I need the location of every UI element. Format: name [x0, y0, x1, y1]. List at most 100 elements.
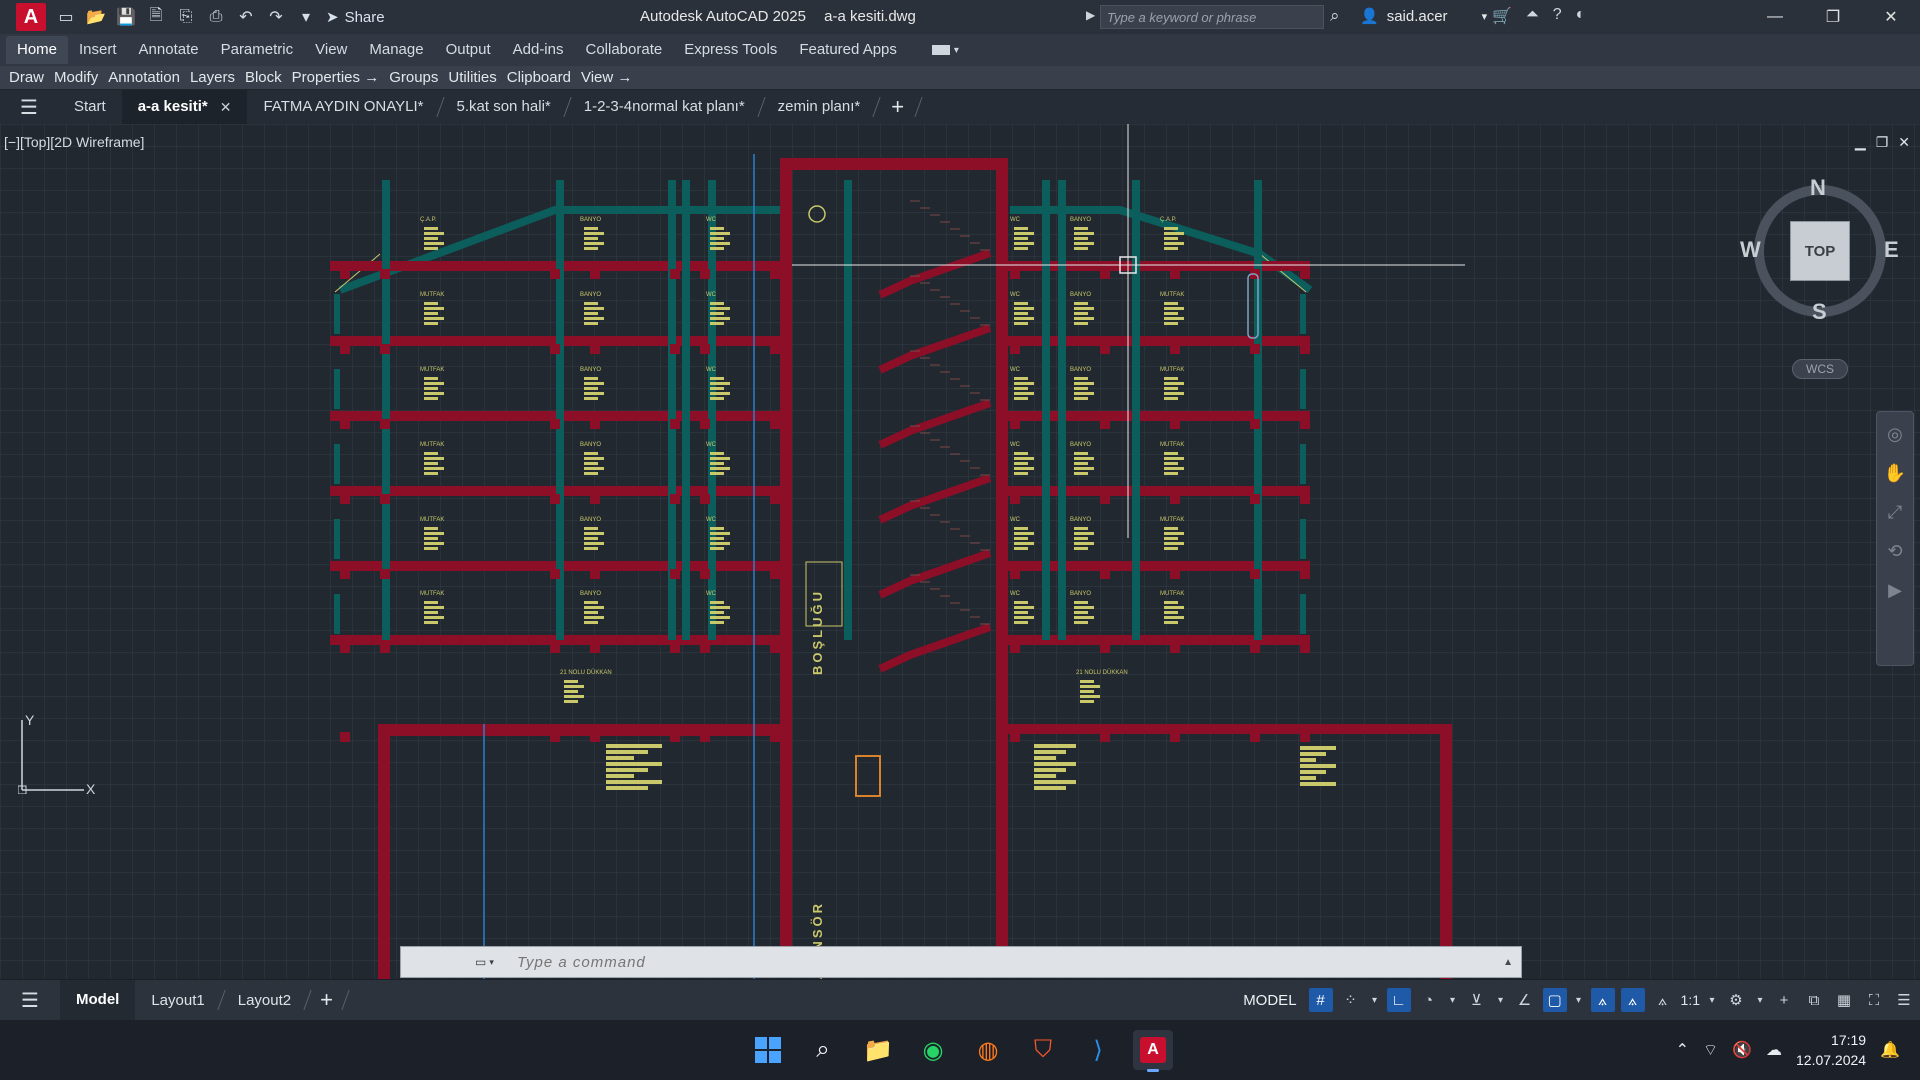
brave-icon[interactable]: ⛉ [1023, 1030, 1063, 1070]
command-history-icon[interactable]: ▭ ▾ [475, 952, 511, 972]
isolate-objects-icon[interactable]: ⧉ [1802, 988, 1826, 1012]
tab-model[interactable]: Model [60, 980, 136, 1020]
viewport-minimize-icon[interactable]: ▁ [1855, 134, 1866, 151]
help-icon[interactable]: ? [1553, 6, 1562, 26]
wifi-icon[interactable]: ⌔ [1703, 1040, 1718, 1060]
keyword-search-input[interactable]: Type a keyword or phrase [1100, 5, 1324, 29]
file-tab[interactable]: FATMA AYDIN ONAYLI* [247, 90, 439, 124]
panel-block[interactable]: Block [240, 69, 287, 86]
orbit-icon[interactable]: ⟲ [1887, 541, 1902, 562]
drawing-viewport[interactable]: Ç.A.P. BANYO WC WC BANYO Ç.A.P. MUTFAK BANYO WC W… [0, 124, 1920, 979]
search-expand-icon[interactable]: ▶ [1086, 8, 1095, 22]
panel-properties[interactable]: Properties → [287, 69, 385, 86]
feedback-icon[interactable]: ◐ [1576, 6, 1586, 26]
undo-icon[interactable]: ↶ [234, 6, 258, 28]
chevron-down-icon[interactable]: ▾ [1495, 988, 1507, 1012]
ribbon-tab-express-tools[interactable]: Express Tools [673, 36, 788, 64]
chevron-down-icon[interactable]: ▾ [1754, 988, 1766, 1012]
panel-view[interactable]: View → [576, 69, 637, 86]
plot-icon[interactable]: ⎙ [204, 6, 228, 28]
firefox-icon[interactable]: ◍ [968, 1030, 1008, 1070]
compass-east[interactable]: E [1884, 237, 1899, 263]
ribbon-minimize-toggle[interactable]: ▾ [931, 41, 968, 59]
customize-dropdown-icon[interactable]: ▾ [294, 6, 318, 28]
autodesk-app-icon[interactable]: ⏶ [1526, 6, 1539, 26]
model-space-toggle[interactable]: MODEL [1237, 990, 1302, 1011]
file-explorer-icon[interactable]: 📁 [858, 1030, 898, 1070]
minimize-icon[interactable]: — [1746, 0, 1804, 34]
compass-south[interactable]: S [1812, 299, 1827, 325]
annotation-monitor-plus-icon[interactable]: + [1772, 988, 1796, 1012]
workspace-gear-icon[interactable]: ⚙ [1724, 988, 1748, 1012]
viewport-restore-icon[interactable]: ❐ [1876, 134, 1889, 151]
close-icon[interactable]: ✕ [1862, 0, 1920, 34]
panel-annotation[interactable]: Annotation [103, 69, 185, 86]
new-file-icon[interactable]: ▭ [54, 6, 78, 28]
grid-toggle-icon[interactable]: # [1308, 988, 1333, 1012]
wcs-menu[interactable]: WCS [1792, 359, 1848, 379]
ribbon-tab-annotate[interactable]: Annotate [128, 36, 210, 64]
viewcube[interactable]: TOP N S W E [1740, 175, 1899, 325]
user-account[interactable]: 👤 said.acer ▾ [1360, 7, 1487, 26]
object-snap-icon[interactable]: ▢ [1542, 988, 1567, 1012]
autocad-taskbar-icon[interactable]: A [1133, 1030, 1173, 1072]
ribbon-tab-view[interactable]: View [304, 36, 358, 64]
customization-menu-icon[interactable]: ☰ [1892, 988, 1916, 1012]
file-tabs-menu-icon[interactable]: ☰ [0, 95, 58, 120]
snap-mode-icon[interactable]: ⁘ [1339, 988, 1363, 1012]
compass-north[interactable]: N [1810, 175, 1826, 201]
new-tab-plus-icon[interactable]: + [891, 94, 904, 120]
ribbon-tab-parametric[interactable]: Parametric [210, 36, 305, 64]
onedrive-icon[interactable]: ☁ [1766, 1040, 1782, 1060]
autocad-logo[interactable]: A [16, 3, 46, 31]
hardware-acceleration-icon[interactable]: ▦ [1832, 988, 1856, 1012]
new-layout-plus-icon[interactable]: + [320, 987, 333, 1013]
ribbon-tab-featured-apps[interactable]: Featured Apps [788, 36, 908, 64]
steering-wheel-icon[interactable]: ◎ [1887, 424, 1903, 445]
viewport-close-icon[interactable]: ✕ [1898, 134, 1910, 151]
annotation-visibility-icon[interactable]: ⟑ [1590, 988, 1615, 1012]
viewport-controls-label[interactable]: [−][Top][2D Wireframe] [4, 134, 144, 150]
command-history-up-icon[interactable]: ▲ [1503, 957, 1513, 968]
save-as-icon[interactable]: 🗎 [144, 6, 168, 28]
tab-layout1[interactable]: Layout1 [135, 992, 220, 1009]
file-tab[interactable]: 1-2-3-4normal kat planı* [568, 90, 761, 124]
file-tab[interactable]: zemin planı* [762, 90, 877, 124]
volume-muted-icon[interactable]: 🔇 [1732, 1040, 1752, 1060]
chevron-down-icon[interactable]: ▾ [1447, 988, 1459, 1012]
isodraft-icon[interactable]: ⊻ [1465, 988, 1489, 1012]
compass-west[interactable]: W [1740, 237, 1761, 263]
file-tab[interactable]: a-a kesiti* ✕ [121, 90, 248, 124]
panel-groups[interactable]: Groups [384, 69, 443, 86]
search-icon[interactable]: ⌕ [803, 1030, 843, 1070]
close-tab-icon[interactable]: ✕ [220, 90, 232, 124]
ribbon-tab-addins[interactable]: Add-ins [502, 36, 575, 64]
panel-modify[interactable]: Modify [49, 69, 103, 86]
polar-tracking-icon[interactable]: ◔ [1417, 988, 1441, 1012]
chevron-up-icon[interactable]: ⌃ [1676, 1040, 1689, 1060]
windows-start-icon[interactable] [748, 1030, 788, 1070]
ribbon-tab-insert[interactable]: Insert [68, 36, 128, 64]
open-web-icon[interactable]: ⎘ [174, 6, 198, 28]
file-tab[interactable]: 5.kat son hali* [441, 90, 567, 124]
viewcube-top-face[interactable]: TOP [1790, 221, 1850, 281]
redo-icon[interactable]: ↷ [264, 6, 288, 28]
panel-utilities[interactable]: Utilities [443, 69, 501, 86]
layout-menu-icon[interactable]: ☰ [0, 988, 60, 1013]
chevron-down-icon[interactable]: ▾ [1573, 988, 1585, 1012]
pan-hand-icon[interactable]: ✋ [1884, 463, 1906, 484]
search-icon[interactable]: ⌕ [1330, 6, 1340, 26]
save-icon[interactable]: 💾 [114, 6, 138, 28]
ribbon-tab-home[interactable]: Home [6, 36, 69, 64]
vscode-icon[interactable]: ⟩ [1078, 1030, 1118, 1070]
ribbon-tab-manage[interactable]: Manage [358, 36, 434, 64]
clock[interactable]: 17:19 12.07.2024 [1796, 1030, 1866, 1070]
panel-layers[interactable]: Layers [185, 69, 240, 86]
command-input[interactable] [517, 953, 1504, 971]
restore-icon[interactable]: ❐ [1804, 0, 1862, 34]
cart-icon[interactable]: 🛒 [1492, 6, 1512, 26]
annotation-scale-value[interactable]: 1:1 [1681, 992, 1700, 1008]
open-folder-icon[interactable]: 📂 [84, 6, 108, 28]
annotation-scale-icon[interactable]: ⟑ [1651, 988, 1675, 1012]
clean-screen-icon[interactable]: ⛶ [1862, 988, 1886, 1012]
